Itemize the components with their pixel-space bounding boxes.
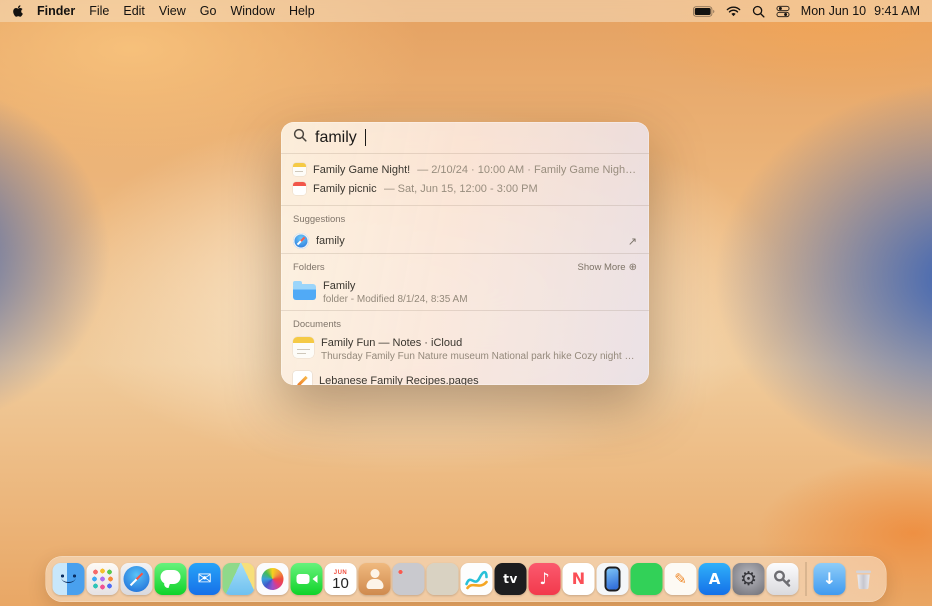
folders-header: Folders Show More ⊕ — [281, 254, 649, 277]
battery-icon[interactable] — [693, 6, 715, 17]
menu-bar-date: Mon Jun 10 — [801, 4, 866, 18]
messages-dock-icon[interactable] — [155, 563, 187, 595]
menu-go[interactable]: Go — [200, 4, 217, 18]
folders-section: Folders Show More ⊕ Family folder - Modi… — [281, 254, 649, 310]
document-title: Family Fun — Notes · iCloud — [321, 337, 637, 349]
spotlight-search-field[interactable]: family — [281, 122, 649, 153]
downloads-dock-icon[interactable]: ↓ — [814, 563, 846, 595]
music-note-glyph: ♪ — [539, 571, 549, 587]
search-query-text: family — [315, 129, 357, 147]
desktop-wallpaper: Finder File Edit View Go Window Help Mon… — [0, 0, 932, 606]
result-title: Family Game Night! — [313, 164, 410, 176]
spotlight-panel: family Family Game Night! — 2/10/24 · 10… — [281, 122, 649, 385]
suggestions-header: Suggestions — [281, 206, 649, 229]
menu-view[interactable]: View — [159, 4, 186, 18]
menu-bar: Finder File Edit View Go Window Help Mon… — [0, 0, 932, 22]
maps-dock-icon[interactable] — [223, 563, 255, 595]
tv-glyph: tv — [503, 573, 518, 585]
calendar-dock-icon[interactable]: JUN 10 — [325, 563, 357, 595]
search-icon — [293, 128, 307, 147]
document-family-fun[interactable]: Family Fun — Notes · iCloud Thursday Fam… — [281, 334, 649, 367]
safari-dock-icon[interactable] — [121, 563, 153, 595]
text-caret — [365, 129, 367, 146]
folder-result-family[interactable]: Family folder - Modified 8/1/24, 8:35 AM — [281, 277, 649, 310]
calendar-icon — [293, 182, 306, 195]
news-n-glyph: N — [572, 571, 585, 587]
app-store-dock-icon[interactable]: A — [699, 563, 731, 595]
app-store-a-glyph: A — [709, 572, 721, 587]
spotlight-menu-icon[interactable] — [752, 5, 765, 18]
dock: ✉ JUN 10 tv ♪ N ✎ A ⚙ ↓ — [46, 556, 887, 602]
iphone-mirroring-dock-icon[interactable] — [597, 563, 629, 595]
folder-title: Family — [323, 280, 468, 292]
folder-icon — [293, 284, 316, 300]
launchpad-dock-icon[interactable] — [87, 563, 119, 595]
open-arrow-icon[interactable]: ↗ — [628, 235, 637, 248]
result-title: Family picnic — [313, 183, 377, 195]
passwords-dock-icon[interactable] — [767, 563, 799, 595]
folder-subtitle: folder - Modified 8/1/24, 8:35 AM — [323, 294, 468, 305]
show-more-plus-icon: ⊕ — [629, 262, 637, 273]
result-family-picnic[interactable]: Family picnic — Sat, Jun 15, 12:00 - 3:0… — [281, 179, 649, 198]
note-icon — [293, 163, 306, 176]
pages-document-icon — [293, 371, 312, 385]
stocks-dock-icon[interactable] — [631, 563, 663, 595]
mail-dock-icon[interactable]: ✉ — [189, 563, 221, 595]
dock-divider — [806, 562, 807, 596]
documents-header: Documents — [281, 311, 649, 334]
result-meta: — 2/10/24 · 10:00 AM · Family Game Night… — [417, 164, 637, 176]
top-results: Family Game Night! — 2/10/24 · 10:00 AM … — [281, 154, 649, 205]
download-arrow-glyph: ↓ — [823, 571, 836, 587]
menu-bar-clock[interactable]: Mon Jun 10 9:41 AM — [801, 4, 920, 18]
suggestion-family[interactable]: family ↗ — [281, 229, 649, 253]
notes-document-icon — [293, 337, 314, 358]
document-subtitle: Thursday Family Fun Nature museum Nation… — [321, 351, 637, 362]
contacts-dock-icon[interactable] — [359, 563, 391, 595]
pencil-glyph: ✎ — [674, 572, 687, 587]
tv-dock-icon[interactable]: tv — [495, 563, 527, 595]
result-meta: — Sat, Jun 15, 12:00 - 3:00 PM — [384, 183, 538, 195]
facetime-dock-icon[interactable] — [291, 563, 323, 595]
menu-window[interactable]: Window — [230, 4, 274, 18]
menu-edit[interactable]: Edit — [123, 4, 145, 18]
notes-dock-icon[interactable] — [427, 563, 459, 595]
menu-help[interactable]: Help — [289, 4, 315, 18]
calendar-day-label: 10 — [332, 576, 349, 592]
safari-icon — [293, 233, 309, 249]
freeform-dock-icon[interactable] — [461, 563, 493, 595]
documents-section: Documents Family Fun — Notes · iCloud Th… — [281, 311, 649, 385]
reminders-dock-icon[interactable] — [393, 563, 425, 595]
menu-bar-left: Finder File Edit View Go Window Help — [12, 4, 315, 18]
system-settings-dock-icon[interactable]: ⚙ — [733, 563, 765, 595]
wifi-icon[interactable] — [726, 6, 741, 17]
pages-dock-icon[interactable]: ✎ — [665, 563, 697, 595]
suggestion-title: family — [316, 235, 345, 247]
menu-bar-status: Mon Jun 10 9:41 AM — [693, 4, 920, 18]
menu-file[interactable]: File — [89, 4, 109, 18]
result-family-game-night[interactable]: Family Game Night! — 2/10/24 · 10:00 AM … — [281, 160, 649, 179]
music-dock-icon[interactable]: ♪ — [529, 563, 561, 595]
show-more-button[interactable]: Show More ⊕ — [578, 262, 637, 273]
document-lebanese-recipes[interactable]: Lebanese Family Recipes.pages — [281, 367, 649, 385]
menu-finder[interactable]: Finder — [37, 4, 75, 18]
suggestions-section: Suggestions family ↗ — [281, 206, 649, 253]
gear-icon: ⚙ — [740, 570, 757, 589]
trash-dock-icon[interactable] — [848, 563, 880, 595]
photos-dock-icon[interactable] — [257, 563, 289, 595]
finder-dock-icon[interactable] — [53, 563, 85, 595]
menu-bar-time: 9:41 AM — [874, 4, 920, 18]
apple-menu-icon[interactable] — [12, 4, 24, 18]
envelope-glyph: ✉ — [197, 571, 211, 588]
document-title: Lebanese Family Recipes.pages — [319, 375, 479, 385]
control-center-icon[interactable] — [776, 5, 790, 18]
news-dock-icon[interactable]: N — [563, 563, 595, 595]
